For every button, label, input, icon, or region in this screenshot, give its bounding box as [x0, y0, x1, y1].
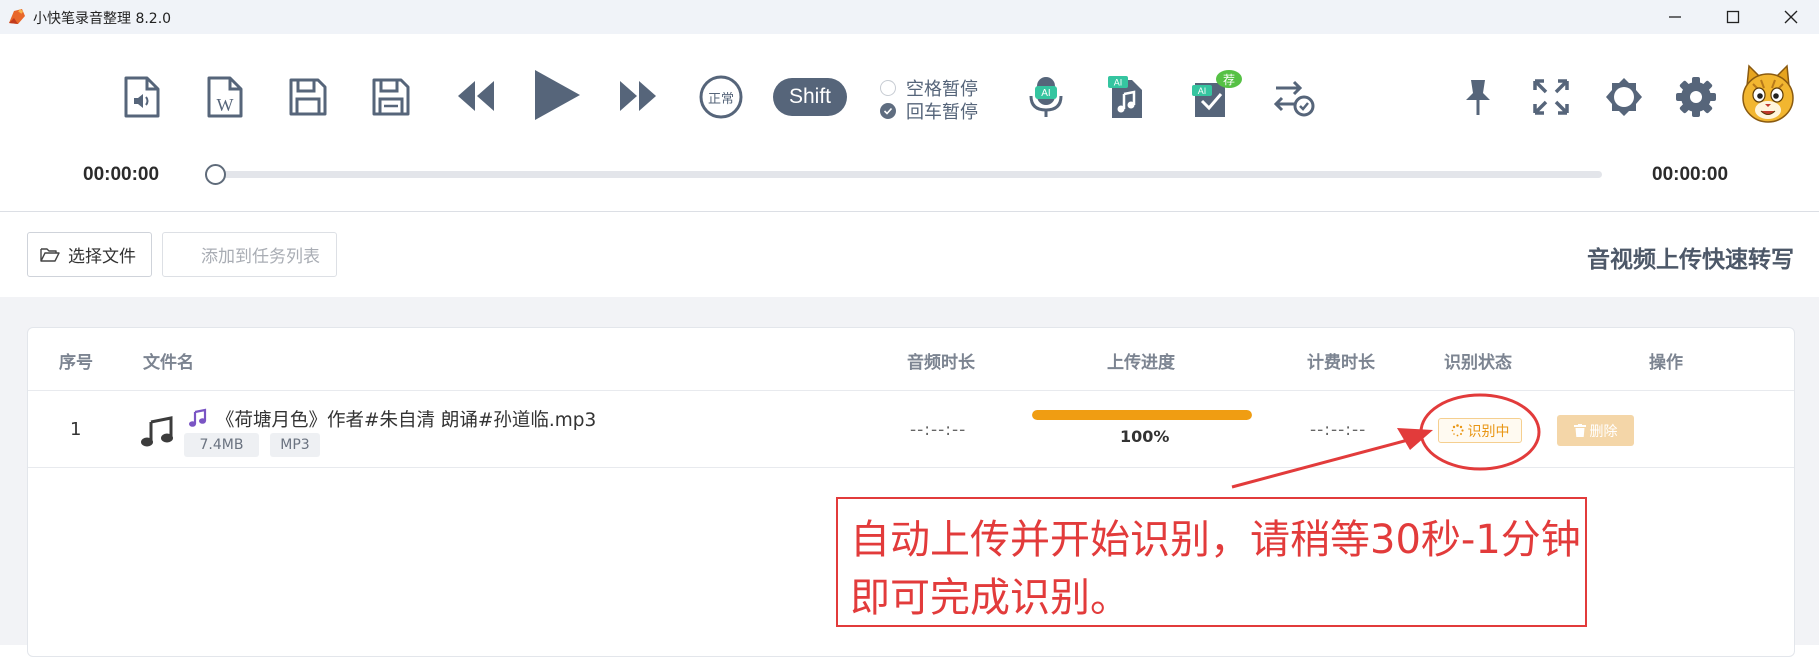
- annotation-circle: [1419, 393, 1541, 471]
- annotation-line-2: 即可完成识别。: [850, 575, 1130, 621]
- annotation-callout: 自动上传并开始识别，请稍等30秒-1分钟 即可完成识别。: [836, 497, 1587, 627]
- annotation-line-1: 自动上传并开始识别，请稍等30秒-1分钟: [850, 517, 1581, 563]
- annotation-arrow-head: [1397, 428, 1433, 450]
- annotation-arrow-line: [1231, 438, 1409, 489]
